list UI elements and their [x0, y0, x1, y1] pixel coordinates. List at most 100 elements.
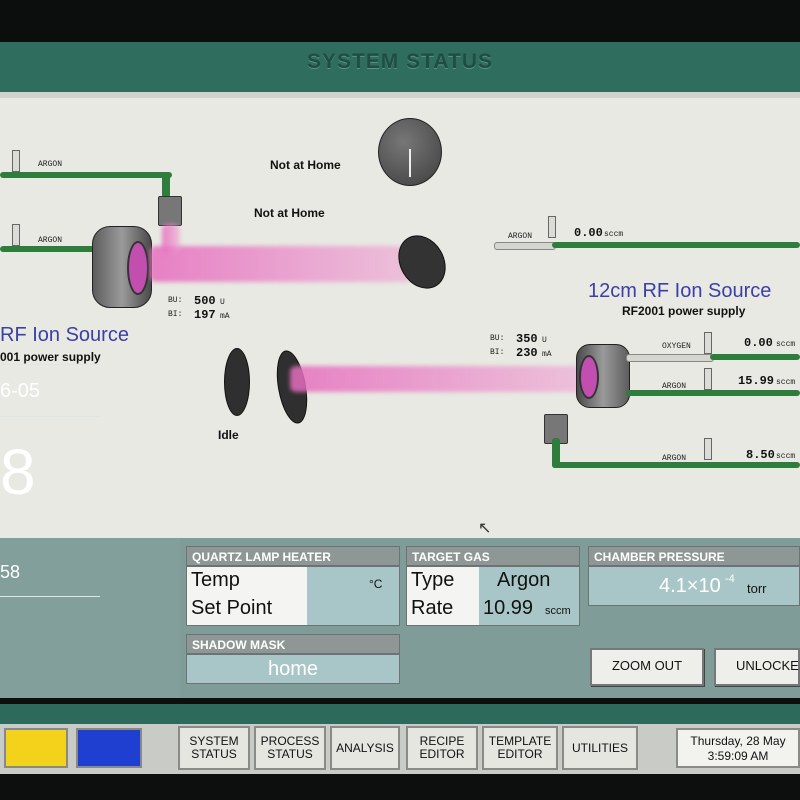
target-disk-icon[interactable]	[378, 118, 442, 186]
taskbar-strip	[0, 704, 800, 724]
target-gas-panel: Type Rate Argon 10.99 sccm	[406, 566, 580, 626]
utilities-button[interactable]: UTILITIES	[562, 726, 638, 770]
gas-line-label: OXYGEN	[662, 342, 691, 351]
unlocked-button[interactable]: UNLOCKED	[714, 648, 800, 686]
lower-home-status: Not at Home	[254, 206, 325, 220]
gas-plume	[162, 224, 180, 254]
system-status-button[interactable]: SYSTEM STATUS	[178, 726, 250, 770]
analysis-button[interactable]: ANALYSIS	[330, 726, 400, 770]
gas-line-value: 8.50	[746, 448, 775, 462]
left-bu-label: BU:	[168, 296, 183, 305]
gas-type-label: Type	[411, 569, 455, 591]
divider	[0, 596, 100, 597]
argon-inlet-pipe	[494, 242, 556, 250]
gas-rate-label: Rate	[411, 597, 454, 619]
gas-value-field: Argon 10.99 sccm	[479, 567, 579, 625]
chamber-pressure-header: CHAMBER PRESSURE	[588, 546, 800, 566]
chamber-pressure-unit: torr	[747, 581, 767, 596]
pipe-label: ARGON	[38, 160, 63, 169]
left-bi-unit: mA	[220, 312, 230, 321]
gas-line-value: 15.99	[738, 374, 775, 388]
chamber-pressure-exponent: -4	[725, 573, 735, 585]
left-source-subtitle: 001 power supply	[0, 350, 101, 364]
gas-line-unit: sccm	[776, 340, 796, 349]
date-text: Thursday, 28 May	[690, 734, 786, 748]
ion-beam-upper	[150, 246, 412, 282]
temp-unit: °C	[369, 577, 383, 591]
right-argon-label: ARGON	[508, 232, 533, 241]
right-source-subtitle: RF2001 power supply	[622, 304, 746, 318]
temp-label: Temp	[191, 569, 240, 591]
quartz-lamp-heater-header: QUARTZ LAMP HEATER	[186, 546, 400, 566]
zoom-out-button[interactable]: ZOOM OUT	[590, 648, 704, 686]
yellow-indicator-button[interactable]	[4, 728, 68, 768]
argon-pipe-3	[626, 390, 800, 396]
left-readout-line1: 6-05	[0, 380, 41, 402]
left-readout-big: 8	[0, 436, 36, 508]
valve-icon[interactable]	[548, 216, 556, 238]
gas-type-value: Argon	[497, 569, 551, 591]
left-bi-value: 197	[194, 308, 216, 322]
right-bi-value: 230	[516, 346, 538, 360]
ion-source-left-icon	[92, 226, 152, 308]
argon-pipe-1-drop	[162, 172, 170, 198]
divider	[0, 364, 100, 365]
shadow-mask-header: SHADOW MASK	[186, 634, 400, 654]
chamber-pressure-field: 4.1×10 -4 torr	[588, 566, 800, 606]
gas-line-label: ARGON	[662, 454, 687, 463]
template-editor-button[interactable]: TEMPLATE EDITOR	[482, 726, 558, 770]
gas-nozzle-icon	[158, 196, 182, 226]
right-argon-value: 0.00	[574, 226, 603, 240]
system-diagram: ARGON ARGON Not at Home Not at Home BU: …	[0, 92, 800, 538]
time-text: 3:59:09 AM	[707, 749, 769, 763]
gas-line-unit: sccm	[776, 378, 796, 387]
left-bi-label: BI:	[168, 310, 183, 319]
pipe-label: ARGON	[38, 236, 63, 245]
ion-beam-lower	[290, 366, 582, 392]
right-bi-unit: mA	[542, 350, 552, 359]
divider	[0, 416, 100, 417]
gas-line-value: 0.00	[744, 336, 773, 350]
left-bu-value: 500	[194, 294, 216, 308]
chamber-pressure-value: 4.1×10	[659, 575, 721, 597]
valve-icon[interactable]	[704, 438, 712, 460]
gas-rate-value: 10.99	[483, 597, 534, 619]
gas-line-label: ARGON	[662, 382, 687, 391]
ion-source-right-icon	[576, 344, 630, 408]
left-source-title: RF Ion Source	[0, 324, 129, 346]
valve-icon[interactable]	[704, 368, 712, 390]
shadow-mask-value: home	[186, 654, 400, 684]
blue-indicator-button[interactable]	[76, 728, 142, 768]
window-title: SYSTEM STATUS	[306, 50, 494, 73]
valve-icon[interactable]	[12, 224, 20, 246]
right-source-title: 12cm RF Ion Source	[588, 280, 772, 302]
substrate-icon	[388, 226, 456, 298]
left-readout-panel	[0, 538, 180, 698]
taskbar: SYSTEM STATUS PROCESS STATUS ANALYSIS RE…	[0, 724, 800, 774]
idle-status: Idle	[218, 428, 239, 442]
right-bi-label: BI:	[490, 348, 505, 357]
valve-icon[interactable]	[12, 150, 20, 172]
left-readout-line2: 58	[0, 562, 21, 582]
argon-pipe-1	[0, 172, 172, 178]
setpoint-label: Set Point	[191, 597, 273, 619]
left-bu-unit: U	[220, 298, 225, 307]
right-argon-pipe	[552, 242, 800, 248]
process-status-button[interactable]: PROCESS STATUS	[254, 726, 326, 770]
mouse-cursor-icon: ↖	[478, 520, 492, 537]
gas-rate-unit: sccm	[545, 605, 571, 617]
quartz-lamp-heater-panel: Temp Set Point °C	[186, 566, 400, 626]
gas-line-unit: sccm	[776, 452, 796, 461]
clock-panel: Thursday, 28 May 3:59:09 AM	[676, 728, 800, 768]
temp-value-field: °C	[307, 567, 399, 625]
right-bu-unit: U	[542, 336, 547, 345]
oxygen-inlet-pipe	[626, 354, 714, 362]
valve-icon[interactable]	[704, 332, 712, 354]
recipe-editor-button[interactable]: RECIPE EDITOR	[406, 726, 478, 770]
shutter-icon[interactable]	[224, 348, 250, 416]
oxygen-pipe	[710, 354, 800, 360]
right-bu-value: 350	[516, 332, 538, 346]
upper-home-status: Not at Home	[270, 158, 341, 172]
right-argon-unit: sccm	[604, 230, 624, 239]
right-bu-label: BU:	[490, 334, 505, 343]
